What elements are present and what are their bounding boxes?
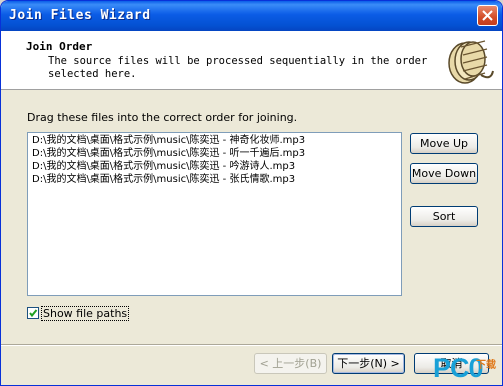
instruction-text: Drag these files into the correct order … xyxy=(27,111,298,124)
close-icon xyxy=(482,10,493,21)
list-item[interactable]: D:\我的文档\桌面\格式示例\music\陈奕迅 - 吟游诗人.mp3 xyxy=(28,160,401,173)
show-file-paths-checkbox[interactable] xyxy=(27,307,39,319)
title-bar[interactable]: Join Files Wizard xyxy=(1,1,502,31)
wizard-header: Join Order The source files will be proc… xyxy=(1,31,502,90)
film-reel-icon xyxy=(448,40,494,84)
site-watermark: PC0 下载 xyxy=(433,353,502,385)
watermark-subtext: 下载 xyxy=(476,360,496,371)
page-title: Join Order xyxy=(26,40,93,53)
window-title: Join Files Wizard xyxy=(9,8,151,23)
move-up-button[interactable]: Move Up xyxy=(410,133,478,154)
list-item[interactable]: D:\我的文档\桌面\格式示例\music\陈奕迅 - 神奇化妆师.mp3 xyxy=(28,134,401,147)
show-file-paths-label: Show file paths xyxy=(41,306,130,321)
sort-button[interactable]: Sort xyxy=(410,206,478,227)
move-down-button[interactable]: Move Down xyxy=(410,163,478,184)
list-item[interactable]: D:\我的文档\桌面\格式示例\music\陈奕迅 - 张氏情歌.mp3 xyxy=(28,173,401,186)
next-button[interactable]: 下一步(N) > xyxy=(332,353,405,374)
checkmark-icon xyxy=(29,309,38,318)
close-button[interactable] xyxy=(477,5,498,26)
back-button[interactable]: < 上一步(B) xyxy=(254,353,327,374)
page-description: The source files will be processed seque… xyxy=(48,55,428,80)
footer-divider xyxy=(1,344,502,346)
file-order-list[interactable]: D:\我的文档\桌面\格式示例\music\陈奕迅 - 神奇化妆师.mp3 D:… xyxy=(27,132,402,296)
join-files-wizard-window: Join Files Wizard Join Order The source … xyxy=(0,0,503,386)
list-item[interactable]: D:\我的文档\桌面\格式示例\music\陈奕迅 - 听一千遍后.mp3 xyxy=(28,147,401,160)
